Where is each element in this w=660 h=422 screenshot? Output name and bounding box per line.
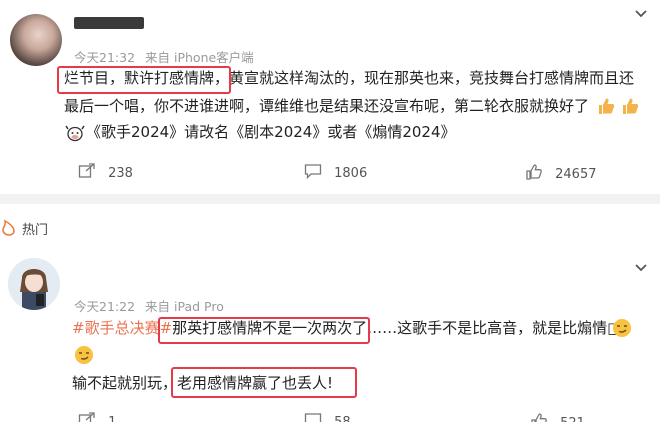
comment-button[interactable]: 58 [304,412,351,422]
chevron-down-icon[interactable] [634,8,648,22]
avatar[interactable] [8,258,60,310]
thumbs-up-icon [620,96,640,120]
hot-section-label: 热门 [22,223,49,238]
highlight-box [57,66,231,94]
smirk-emoji-icon [612,318,632,342]
comment-count: 58 [334,414,351,422]
section-divider [0,194,660,204]
like-button[interactable]: 521 [530,412,585,422]
hot-icon [0,218,18,240]
repost-count: 1 [108,414,117,422]
post-source: 来自 iPad Pro [145,299,224,314]
smirk-emoji-icon [74,345,94,369]
post-time: 今天21:32 [74,50,136,65]
like-icon [530,412,548,422]
cow-icon [65,124,85,146]
post-text-line-3: 《歌手2024》请改名《剧本2024》或者《煽情2024》 [86,123,456,141]
like-count: 24657 [555,166,597,182]
like-count: 521 [560,416,585,422]
like-icon [525,163,543,185]
repost-button[interactable]: 238 [78,163,133,183]
comment-icon [304,412,322,422]
avatar[interactable] [10,14,62,66]
like-button[interactable]: 24657 [525,163,597,185]
comment-button[interactable]: 1806 [304,163,367,183]
post-time: 今天21:22 [74,299,136,314]
chevron-down-icon[interactable] [634,262,648,276]
highlight-box [158,317,370,344]
thumbs-up-icon [596,96,616,120]
comment-count: 1806 [334,165,368,181]
repost-icon [78,412,96,422]
post-source: 来自 iPhone客户端 [145,50,254,65]
post-meta: 今天21:22 来自 iPad Pro [74,296,224,315]
comment-icon [304,163,322,183]
repost-icon [78,163,96,183]
post-text-line-2: 最后一个唱，你不进谁进啊，谭维维也是结果还没宣布呢，第二轮衣服就换好了 [64,97,590,115]
repost-count: 238 [108,165,133,181]
username-redacted[interactable] [74,17,144,29]
highlight-box [171,367,357,398]
repost-button[interactable]: 1 [78,412,116,422]
